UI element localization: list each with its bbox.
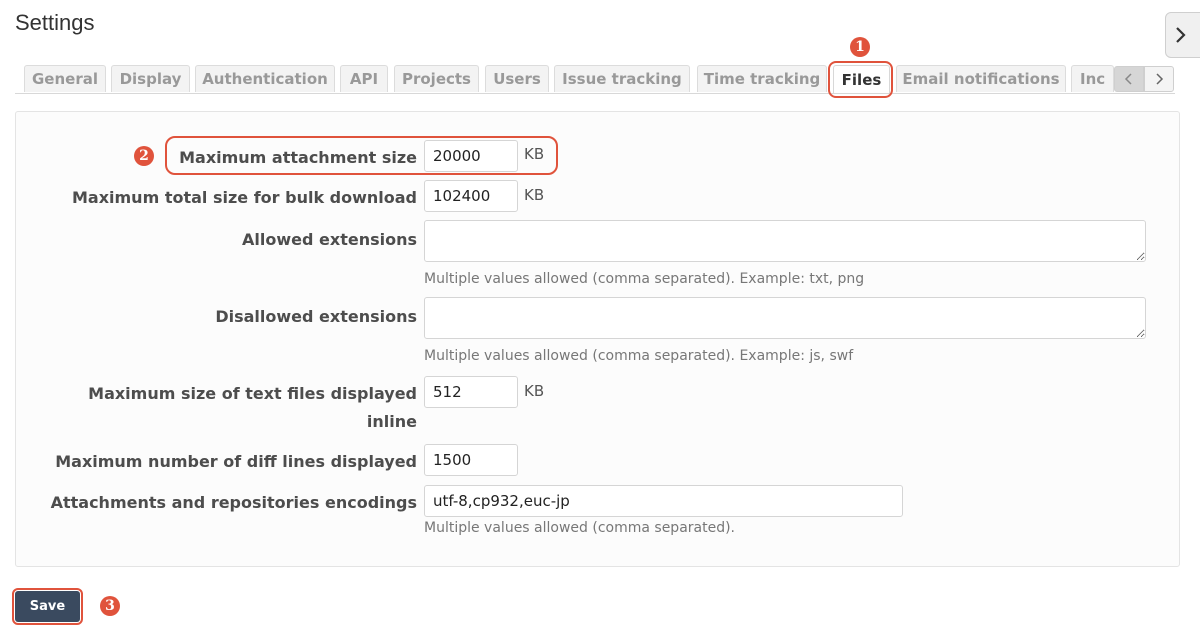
max-text-inline-label-cont: inline <box>366 412 417 431</box>
max-attachment-size-input[interactable] <box>424 140 518 172</box>
max-text-inline-label: Maximum size of text files displayed <box>88 384 417 403</box>
max-diff-lines-label: Maximum number of diff lines displayed <box>55 452 417 471</box>
disallowed-extensions-label: Disallowed extensions <box>215 307 417 326</box>
callout-number-2: 2 <box>134 146 154 166</box>
max-text-inline-unit: KB <box>524 382 545 400</box>
max-bulk-download-input[interactable] <box>424 180 518 212</box>
encodings-hint: Multiple values allowed (comma separated… <box>424 520 736 536</box>
tab-issue-tracking[interactable]: Issue tracking <box>554 65 690 92</box>
max-attachment-size-unit: KB <box>524 145 545 163</box>
tab-general[interactable]: General <box>24 65 106 92</box>
tabs-divider <box>15 93 1175 94</box>
encodings-input[interactable] <box>424 485 903 517</box>
chevron-left-icon <box>1124 70 1134 89</box>
max-attachment-size-label: Maximum attachment size <box>179 148 417 167</box>
disallowed-extensions-textarea[interactable] <box>424 297 1146 339</box>
chevron-right-icon <box>1174 26 1188 44</box>
disallowed-extensions-hint: Multiple values allowed (comma separated… <box>424 348 854 364</box>
allowed-extensions-textarea[interactable] <box>424 220 1146 262</box>
chevron-right-icon <box>1154 70 1164 89</box>
sidebar-toggle-button[interactable] <box>1165 12 1200 58</box>
tab-scroll-right-button[interactable] <box>1144 66 1174 92</box>
tab-projects[interactable]: Projects <box>394 65 479 92</box>
tab-display[interactable]: Display <box>111 65 190 92</box>
callout-number-3: 3 <box>100 596 120 616</box>
tab-incoming-emails[interactable]: Inc <box>1071 65 1114 92</box>
page-title: Settings <box>15 10 95 35</box>
encodings-label: Attachments and repositories encodings <box>50 493 417 512</box>
allowed-extensions-label: Allowed extensions <box>242 230 417 249</box>
tab-email-notifications[interactable]: Email notifications <box>896 65 1066 92</box>
tab-files[interactable]: Files <box>833 65 890 94</box>
tab-users[interactable]: Users <box>485 65 549 92</box>
tab-scroll-left-button[interactable] <box>1114 66 1144 92</box>
max-text-inline-input[interactable] <box>424 376 518 408</box>
max-bulk-download-unit: KB <box>524 186 545 204</box>
tab-authentication[interactable]: Authentication <box>195 65 335 92</box>
save-button[interactable]: Save <box>15 591 80 622</box>
callout-number-1: 1 <box>850 37 870 57</box>
max-bulk-download-label: Maximum total size for bulk download <box>71 188 417 207</box>
tab-time-tracking[interactable]: Time tracking <box>697 65 827 92</box>
tab-api[interactable]: API <box>340 65 388 92</box>
max-diff-lines-input[interactable] <box>424 444 518 476</box>
allowed-extensions-hint: Multiple values allowed (comma separated… <box>424 271 865 287</box>
